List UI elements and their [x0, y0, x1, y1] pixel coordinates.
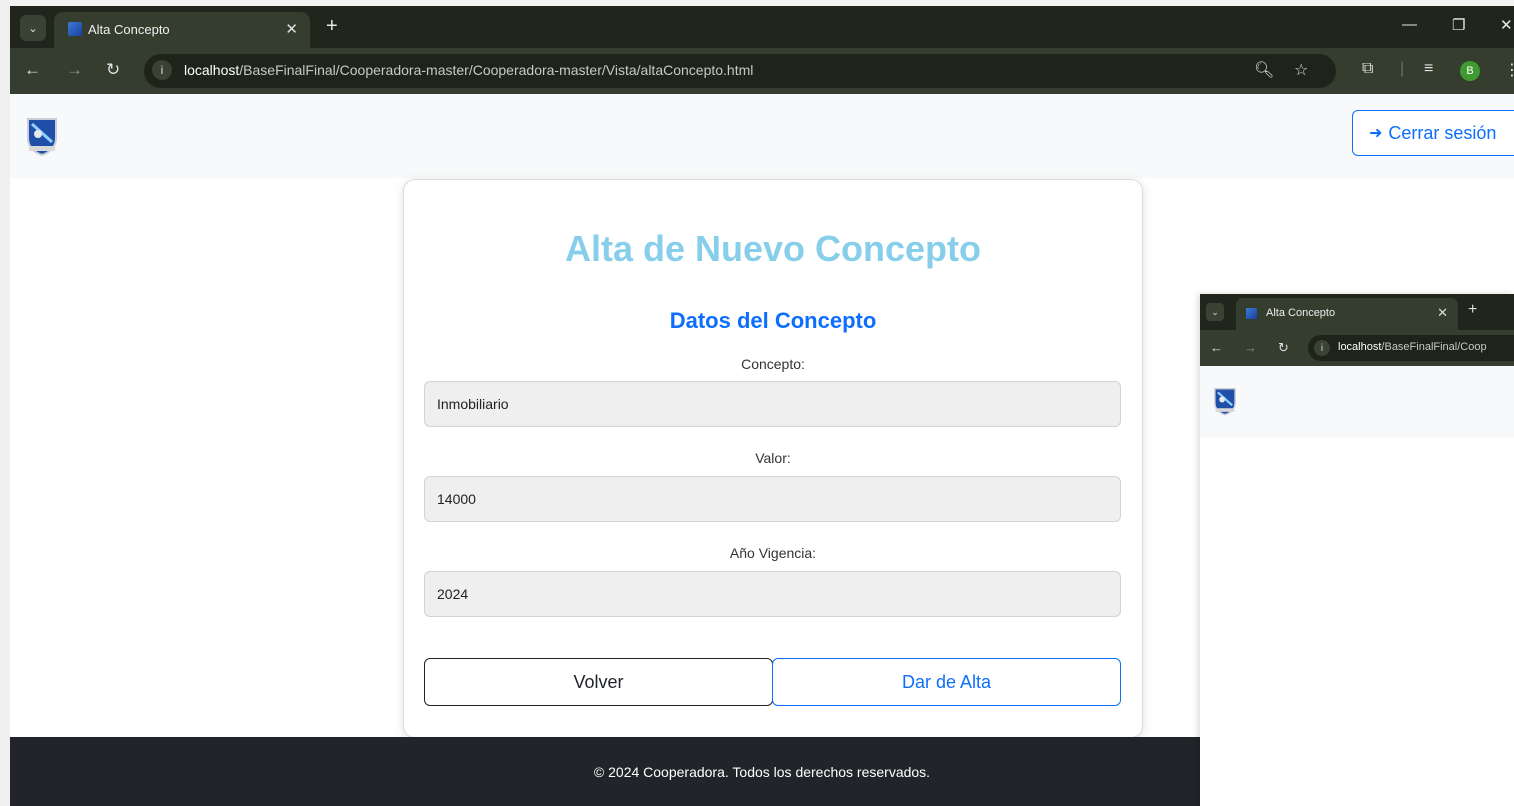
zoom-icon[interactable]: 🔍︎ — [1254, 60, 1274, 80]
logout-button[interactable]: ➜ Cerrar sesión — [1352, 110, 1514, 156]
tab-search-button[interactable]: ⌄ — [20, 15, 46, 41]
back-button[interactable]: Volver — [424, 658, 773, 706]
reading-list-icon[interactable]: ≡ — [1424, 60, 1433, 78]
window-thumbnail[interactable]: ⌄ Alta Concepto ✕ + ← → ↻ i localhost/Ba… — [1200, 294, 1514, 806]
menu-kebab-icon[interactable]: ⋮ — [1504, 60, 1514, 80]
tab-bar: ⌄ Alta Concepto ✕ + — ❐ ✕ — [10, 6, 1514, 48]
site-info-icon[interactable]: i — [152, 60, 172, 80]
sign-out-icon: ➜ — [1369, 125, 1383, 142]
reload-icon[interactable]: ↻ — [106, 60, 120, 80]
desktop-edge — [0, 0, 10, 806]
url-path: /BaseFinalFinal/Cooperadora-master/Coope… — [239, 62, 754, 78]
footer-text: © 2024 Cooperadora. Todos los derechos r… — [593, 763, 931, 780]
thumbnail-tab: Alta Concepto ✕ — [1236, 298, 1458, 330]
close-tab-icon[interactable]: ✕ — [285, 20, 298, 38]
valor-label: Valor: — [755, 450, 791, 466]
tab-title: Alta Concepto — [88, 22, 170, 37]
thumbnail-url-path: /BaseFinalFinal/Coop — [1381, 341, 1487, 353]
browser-tab[interactable]: Alta Concepto ✕ — [54, 12, 310, 48]
thumbnail-back-icon: ← — [1210, 340, 1223, 355]
thumbnail-close-icon: ✕ — [1437, 305, 1448, 320]
extensions-icon[interactable]: ⧉ — [1362, 60, 1373, 78]
minimize-icon[interactable]: — — [1402, 16, 1417, 33]
thumbnail-url-host: localhost — [1338, 341, 1382, 353]
thumbnail-tab-title: Alta Concepto — [1266, 307, 1336, 319]
new-tab-button[interactable]: + — [326, 15, 338, 38]
restore-icon[interactable]: ❐ — [1452, 16, 1465, 34]
thumbnail-new-tab-icon: + — [1468, 301, 1478, 318]
thumbnail-tab-bar: ⌄ Alta Concepto ✕ + — [1200, 294, 1514, 330]
url-text: localhost/BaseFinalFinal/Cooperadora-mas… — [184, 62, 753, 78]
anio-vigencia-label: Año Vigencia: — [729, 545, 817, 561]
chevron-down-icon: ⌄ — [28, 22, 38, 35]
thumbnail-forward-icon: → — [1244, 340, 1257, 355]
concepto-input[interactable] — [424, 381, 1121, 427]
thumbnail-navbar — [1200, 366, 1514, 438]
url-host: localhost — [184, 62, 240, 78]
browser-toolbar: ← → ↻ i localhost/BaseFinalFinal/Coopera… — [10, 48, 1514, 94]
form-card: Alta de Nuevo Concepto Datos del Concept… — [403, 179, 1143, 738]
thumbnail-url: localhost/BaseFinalFinal/Coop — [1338, 341, 1487, 353]
profile-avatar[interactable]: B — [1460, 61, 1480, 81]
valor-input[interactable] — [424, 476, 1121, 522]
address-bar[interactable]: i localhost/BaseFinalFinal/Cooperadora-m… — [144, 54, 1336, 88]
logout-label: Cerrar sesión — [1388, 122, 1497, 143]
section-title: Datos del Concepto — [669, 308, 877, 333]
thumbnail-address-bar: i localhost/BaseFinalFinal/Coop — [1308, 335, 1514, 361]
submit-button[interactable]: Dar de Alta — [772, 658, 1121, 706]
thumbnail-chevron-icon: ⌄ — [1206, 303, 1224, 321]
bookmark-star-icon[interactable]: ☆ — [1294, 60, 1308, 80]
school-logo[interactable] — [24, 116, 60, 156]
toolbar-divider: | — [1400, 60, 1405, 77]
thumbnail-toolbar: ← → ↻ i localhost/BaseFinalFinal/Coop — [1200, 330, 1514, 366]
thumbnail-info-icon: i — [1314, 340, 1330, 356]
forward-icon[interactable]: → — [66, 60, 83, 80]
concepto-label: Concepto: — [741, 356, 805, 372]
favicon-icon — [68, 22, 82, 36]
thumbnail-logo — [1214, 388, 1236, 416]
close-window-icon[interactable]: ✕ — [1500, 16, 1513, 34]
anio-vigencia-input[interactable] — [424, 571, 1121, 617]
page-title: Alta de Nuevo Concepto — [564, 228, 982, 269]
thumbnail-reload-icon: ↻ — [1278, 340, 1289, 355]
back-icon[interactable]: ← — [24, 60, 41, 80]
thumbnail-favicon-icon — [1246, 308, 1257, 319]
site-navbar: ➜ Cerrar sesión — [10, 94, 1514, 178]
